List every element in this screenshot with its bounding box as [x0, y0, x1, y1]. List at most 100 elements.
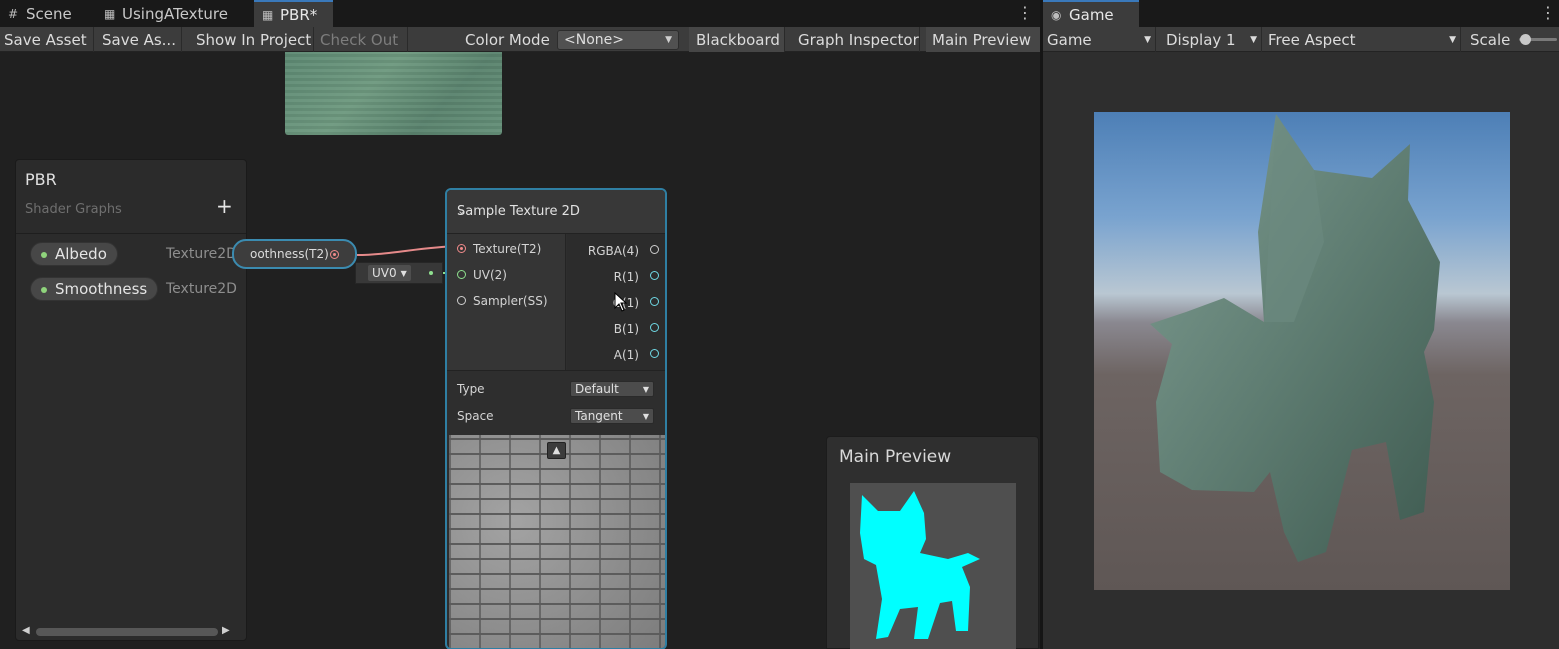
aspect-dropdown[interactable]: Free Aspect ▼	[1264, 27, 1461, 52]
display-dropdown[interactable]: Display 1 ▼	[1160, 27, 1262, 52]
blackboard-horizontal-scrollbar[interactable]: ◀ ▶	[22, 625, 232, 639]
property-dot-icon	[41, 252, 47, 258]
output-port[interactable]	[330, 250, 339, 259]
output-b-label: B(1)	[613, 322, 639, 336]
save-as-button[interactable]: Save As...	[96, 27, 182, 52]
type-value: Default	[575, 382, 619, 396]
uv-input-node[interactable]: UV0 ▼	[355, 262, 443, 284]
chevron-down-icon: ▼	[400, 268, 407, 278]
property-smoothness-name: Smoothness	[55, 280, 148, 298]
type-dropdown[interactable]: Default ▼	[570, 381, 654, 397]
output-rgba-label: RGBA(4)	[587, 244, 639, 258]
check-out-button[interactable]: Check Out	[316, 27, 408, 52]
display-value: Display 1	[1166, 30, 1236, 49]
uv-channel-dropdown[interactable]: UV0 ▼	[368, 265, 411, 281]
mouse-cursor-icon	[614, 292, 628, 312]
cat-model	[1150, 114, 1440, 562]
blackboard-toggle[interactable]: Blackboard	[689, 27, 785, 52]
uv-output-port[interactable]	[429, 271, 433, 275]
divider	[447, 370, 665, 371]
texture-input-port[interactable]	[457, 244, 466, 253]
smoothness-property-node[interactable]: oothness(T2)	[232, 239, 357, 269]
shader-icon: ▦	[262, 7, 274, 22]
input-texture-label: Texture(T2)	[473, 242, 542, 256]
blackboard-subtitle: Shader Graphs	[25, 202, 122, 217]
gamepad-icon: ◉	[1051, 7, 1062, 22]
chevron-down-icon: ▼	[642, 411, 649, 421]
tab-usingatexture[interactable]: ▦ UsingATexture	[96, 0, 236, 27]
main-preview-toggle[interactable]: Main Preview	[926, 27, 1040, 52]
chevron-down-icon: ▼	[1250, 34, 1257, 45]
divider	[16, 233, 246, 234]
space-value: Tangent	[575, 409, 623, 423]
chevron-down-icon: ▼	[1449, 34, 1456, 45]
sampler-input-port[interactable]	[457, 296, 466, 305]
show-in-project-button[interactable]: Show In Project	[190, 27, 314, 52]
property-smoothness-type: Texture2D	[166, 281, 237, 297]
a-output-port[interactable]	[650, 349, 659, 358]
shader-icon: ▦	[104, 6, 116, 21]
type-label: Type	[457, 382, 485, 396]
add-property-button[interactable]: +	[216, 194, 233, 218]
tab-scene-label: Scene	[26, 4, 72, 23]
chevron-down-icon[interactable]: ⌄	[457, 204, 657, 217]
space-label: Space	[457, 409, 494, 423]
scrollbar-thumb[interactable]	[36, 628, 218, 636]
game-view-mode-dropdown[interactable]: Game ▼	[1043, 27, 1156, 52]
output-r-label: R(1)	[613, 270, 639, 284]
main-preview-title: Main Preview	[839, 447, 952, 467]
color-mode-value: <None>	[564, 32, 624, 48]
graph-toolbar: Save Asset Save As... Show In Project Ch…	[0, 27, 1040, 52]
scroll-right-icon[interactable]: ▶	[222, 625, 230, 636]
color-mode-label: Color Mode	[465, 30, 550, 49]
property-albedo[interactable]: Albedo	[30, 242, 118, 266]
space-dropdown[interactable]: Tangent ▼	[570, 408, 654, 424]
more-options-icon[interactable]: ⋮	[1540, 3, 1556, 23]
scale-slider-handle[interactable]	[1520, 34, 1532, 45]
tab-game[interactable]: ◉ Game	[1043, 0, 1139, 27]
property-node-label: oothness(T2)	[250, 247, 329, 261]
more-options-icon[interactable]: ⋮	[1017, 3, 1033, 23]
graph-tab-bar: # Scene ▦ UsingATexture ▦ PBR* ⋮	[0, 0, 1040, 27]
blackboard-title: PBR	[25, 170, 57, 189]
input-sampler-label: Sampler(SS)	[473, 294, 548, 308]
chevron-down-icon: ▼	[1144, 34, 1151, 45]
blackboard-panel[interactable]: PBR Shader Graphs + Albedo Texture2D Smo…	[15, 159, 247, 641]
shader-graph-canvas[interactable]: PBR Shader Graphs + Albedo Texture2D Smo…	[0, 52, 1040, 649]
scale-slider[interactable]	[1519, 34, 1557, 45]
property-dot-icon	[41, 287, 47, 293]
tab-usingatexture-label: UsingATexture	[122, 4, 228, 23]
tab-pbr-label: PBR*	[280, 5, 318, 24]
sample-texture-2d-node[interactable]: Sample Texture 2D ⌄ Texture(T2) UV(2) Sa…	[445, 188, 667, 649]
property-smoothness[interactable]: Smoothness	[30, 277, 159, 301]
property-albedo-type: Texture2D	[166, 246, 237, 262]
collapse-preview-button[interactable]: ▲	[547, 442, 566, 459]
save-asset-button[interactable]: Save Asset	[0, 27, 94, 52]
property-albedo-name: Albedo	[55, 245, 107, 263]
scroll-left-icon[interactable]: ◀	[22, 625, 30, 636]
r-output-port[interactable]	[650, 271, 659, 280]
input-uv-label: UV(2)	[473, 268, 507, 282]
main-preview-panel[interactable]: Main Preview	[826, 436, 1039, 649]
output-a-label: A(1)	[613, 348, 639, 362]
aspect-value: Free Aspect	[1268, 30, 1356, 49]
graph-inspector-toggle[interactable]: Graph Inspector	[790, 27, 920, 52]
color-mode-dropdown[interactable]: <None> ▼	[557, 30, 679, 50]
grid-icon: #	[8, 6, 19, 21]
chevron-down-icon: ▼	[642, 384, 649, 394]
game-view-area	[1043, 52, 1559, 649]
tab-scene[interactable]: # Scene	[0, 0, 80, 27]
node-header[interactable]: Sample Texture 2D ⌄	[447, 190, 665, 234]
cat-silhouette	[860, 491, 980, 639]
rgba-output-port[interactable]	[650, 245, 659, 254]
uv-input-port[interactable]	[457, 270, 466, 279]
game-view-mode-value: Game	[1047, 30, 1092, 49]
game-render-viewport[interactable]	[1094, 112, 1510, 590]
node-inputs: Texture(T2) UV(2) Sampler(SS)	[447, 234, 566, 370]
main-preview-viewport[interactable]	[850, 483, 1016, 649]
tab-pbr[interactable]: ▦ PBR*	[254, 0, 333, 27]
uv-channel-value: UV0	[372, 266, 397, 280]
g-output-port[interactable]	[650, 297, 659, 306]
chevron-down-icon: ▼	[665, 35, 672, 45]
b-output-port[interactable]	[650, 323, 659, 332]
